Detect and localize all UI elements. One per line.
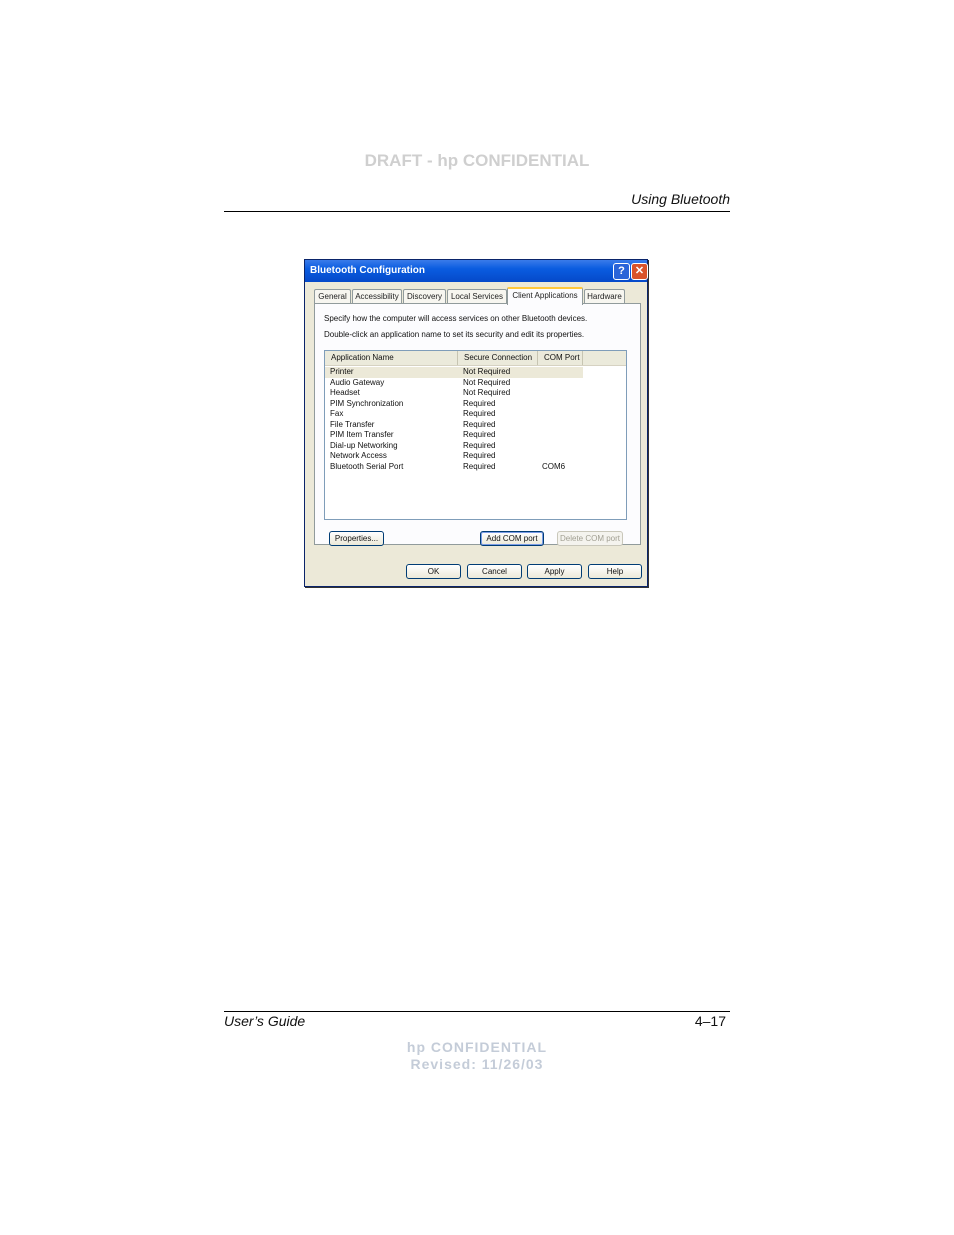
apply-button[interactable]: Apply	[527, 564, 582, 579]
secure-connection: Required	[463, 440, 496, 450]
list-item[interactable]: PIM Synchronization Required	[325, 399, 583, 410]
section-title: Using Bluetooth	[631, 191, 730, 207]
application-name: Audio Gateway	[330, 377, 385, 387]
draft-watermark-header: DRAFT - hp CONFIDENTIAL	[364, 151, 590, 170]
secure-connection: Required	[463, 398, 496, 408]
column-header-secure-connection[interactable]: Secure Connection	[458, 351, 538, 365]
tab-accessibility[interactable]: Accessibility	[352, 289, 402, 303]
page-number: 4–17	[694, 1013, 726, 1029]
secure-connection: Not Required	[463, 388, 511, 397]
application-name: PIM Item Transfer	[330, 430, 394, 439]
close-icon[interactable]: ✕	[631, 263, 648, 280]
header-rule	[224, 211, 730, 212]
secure-connection: Required	[463, 419, 496, 429]
application-name: Printer	[330, 367, 354, 376]
add-com-port-button[interactable]: Add COM port	[480, 531, 544, 546]
secure-connection: Not Required	[463, 377, 511, 387]
column-header-application-name[interactable]: Application Name	[325, 351, 458, 365]
list-item[interactable]: Network Access Required	[325, 451, 583, 462]
client-applications-panel: Specify how the computer will access ser…	[314, 303, 641, 546]
bluetooth-configuration-dialog: Bluetooth Configuration ? ✕ General Acce…	[304, 259, 648, 587]
tab-discovery[interactable]: Discovery	[403, 289, 446, 303]
list-item[interactable]: Audio Gateway Not Required	[325, 378, 583, 389]
cancel-button[interactable]: Cancel	[467, 564, 522, 579]
list-item[interactable]: Headset Not Required	[325, 388, 583, 399]
list-item[interactable]: Printer Not Required	[325, 367, 583, 378]
confidential-label: hp CONFIDENTIAL	[406, 1039, 548, 1055]
help-icon[interactable]: ?	[613, 263, 630, 280]
dialog-title: Bluetooth Configuration	[310, 265, 425, 276]
applications-list[interactable]: Application Name Secure Connection COM P…	[324, 350, 627, 520]
com-port: COM6	[542, 461, 566, 471]
list-item[interactable]: Fax Required	[325, 409, 583, 420]
tab-hardware[interactable]: Hardware	[584, 289, 625, 303]
tab-general[interactable]: General	[314, 289, 351, 303]
description-line-2: Double-click an application name to set …	[324, 330, 585, 339]
application-name: Bluetooth Serial Port	[330, 461, 404, 471]
secure-connection: Required	[463, 430, 496, 439]
list-item[interactable]: Dial-up Networking Required	[325, 441, 583, 452]
list-header: Application Name Secure Connection COM P…	[325, 351, 626, 366]
application-name: Network Access	[330, 451, 387, 460]
tab-local-services[interactable]: Local Services	[447, 289, 507, 303]
list-item[interactable]: PIM Item Transfer Required	[325, 430, 583, 441]
secure-connection: Not Required	[463, 367, 511, 376]
confidential-footer: hp CONFIDENTIAL Revised: 11/26/03	[0, 1039, 954, 1073]
properties-button[interactable]: Properties...	[329, 531, 384, 546]
application-name: File Transfer	[330, 419, 375, 429]
help-button[interactable]: Help	[588, 564, 642, 579]
delete-com-port-button[interactable]: Delete COM port	[557, 531, 623, 546]
secure-connection: Required	[463, 451, 496, 460]
description-line-1: Specify how the computer will access ser…	[324, 314, 588, 323]
list-item[interactable]: Bluetooth Serial Port Required COM6	[325, 462, 583, 473]
footer-rule	[224, 1011, 730, 1012]
ok-button[interactable]: OK	[406, 564, 461, 579]
application-name: PIM Synchronization	[330, 398, 404, 408]
secure-connection: Required	[463, 409, 496, 418]
footer-guide-title: User’s Guide	[224, 1013, 306, 1029]
revision-date: Revised: 11/26/03	[410, 1056, 544, 1072]
list-item[interactable]: File Transfer Required	[325, 420, 583, 431]
dialog-titlebar[interactable]: Bluetooth Configuration ? ✕	[305, 260, 648, 282]
secure-connection: Required	[463, 461, 496, 471]
tab-client-applications[interactable]: Client Applications	[507, 287, 583, 305]
column-header-com-port[interactable]: COM Port	[538, 351, 583, 365]
application-name: Dial-up Networking	[330, 440, 398, 450]
application-name: Headset	[330, 388, 360, 397]
application-name: Fax	[330, 409, 344, 418]
